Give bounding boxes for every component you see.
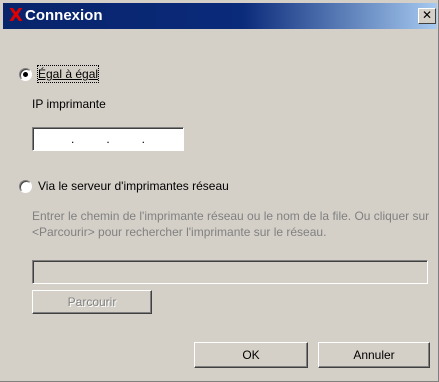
close-icon: ✕	[421, 8, 433, 22]
peer-to-peer-label[interactable]: Égal à égal	[36, 65, 100, 83]
cancel-button-label: Annuler	[353, 348, 395, 362]
ok-button-label: OK	[242, 348, 260, 362]
ip-address-input[interactable]: . . .	[32, 127, 184, 151]
network-server-radio[interactable]	[19, 180, 32, 193]
ok-button[interactable]: OK	[194, 342, 308, 368]
close-button[interactable]: ✕	[418, 8, 436, 24]
peer-to-peer-label-text: Égal à égal	[38, 67, 99, 81]
cancel-button[interactable]: Annuler	[318, 342, 430, 368]
ip-separator: .	[70, 132, 75, 146]
title-bar[interactable]: X Connexion ✕	[3, 3, 437, 29]
radio-selected-dot	[23, 72, 28, 77]
network-path-input[interactable]	[32, 260, 428, 284]
browse-button-label: Parcourir	[67, 295, 117, 309]
connexion-dialog: X Connexion ✕ Égal à égal IP imprimante …	[0, 0, 439, 382]
ip-printer-label: IP imprimante	[32, 97, 106, 111]
network-path-description: Entrer le chemin de l'imprimante réseau …	[32, 209, 430, 239]
peer-to-peer-radio[interactable]	[19, 68, 32, 81]
app-icon: X	[9, 5, 23, 26]
network-server-label[interactable]: Via le serveur d'imprimantes réseau	[38, 178, 229, 194]
browse-button[interactable]: Parcourir	[32, 290, 152, 314]
ip-separator: .	[106, 132, 110, 146]
ip-separator: .	[141, 132, 145, 146]
dialog-title: Connexion	[25, 7, 103, 24]
network-server-label-text: Via le serveur d'imprimantes réseau	[38, 179, 229, 193]
